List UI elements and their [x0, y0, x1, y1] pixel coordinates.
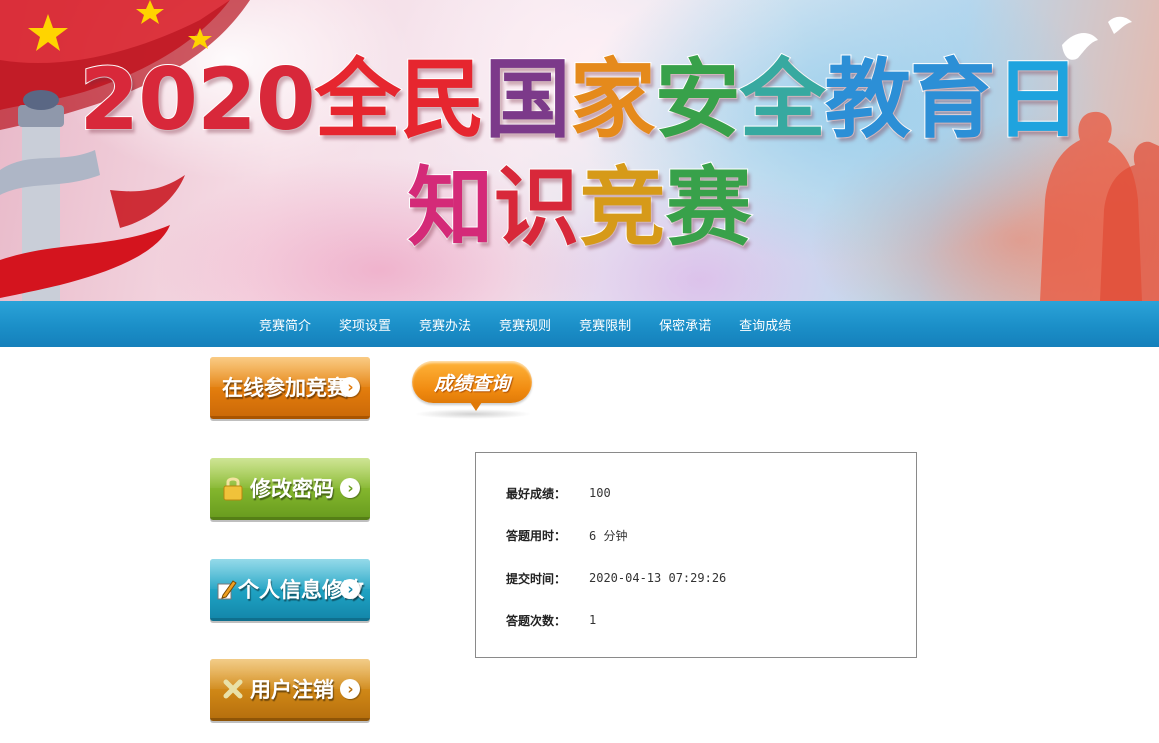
nav-item-intro[interactable]: 竞赛简介 [259, 315, 311, 334]
banner-title-year: 2020 [78, 50, 316, 150]
score-result-panel: 最好成绩： 100 答题用时： 6 分钟 提交时间： 2020-04-13 07… [475, 452, 917, 658]
banner-title-char: 知 [407, 158, 495, 258]
nav-item-method[interactable]: 竞赛办法 [419, 315, 471, 334]
change-password-button[interactable]: 修改密码 › [210, 458, 370, 520]
chevron-right-icon: › [340, 679, 360, 699]
banner-title-char: 教 [824, 50, 912, 150]
nav-item-rules[interactable]: 竞赛规则 [499, 315, 551, 334]
banner-title-char: 日 [994, 50, 1082, 150]
banner-title-char: 全 [739, 50, 827, 150]
cross-icon [222, 675, 244, 703]
submit-time-row: 提交时间： 2020-04-13 07:29:26 [506, 568, 726, 588]
logout-button[interactable]: 用户注销 › [210, 659, 370, 721]
nav-list: 竞赛简介 奖项设置 竞赛办法 竞赛规则 竞赛限制 保密承诺 查询成绩 [245, 301, 805, 347]
section-badge-label: 成绩查询 [433, 372, 510, 395]
banner-title-char: 国 [484, 50, 572, 150]
banner-title-line1: 2020全民国家安全教育日 [0, 50, 1159, 150]
banner-title-char: 安 [654, 50, 742, 150]
attempts-row: 答题次数： 1 [506, 610, 596, 630]
banner-title-char: 育 [909, 50, 997, 150]
header-banner: 2020全民国家安全教育日 知识竞赛 [0, 0, 1159, 301]
join-competition-button[interactable]: 在线参加竞赛 › [210, 357, 370, 419]
pencil-icon [216, 575, 238, 603]
section-badge: 成绩查询 [412, 361, 532, 411]
nav-item-confidentiality[interactable]: 保密承诺 [659, 315, 711, 334]
best-score-row: 最好成绩： 100 [506, 483, 611, 503]
best-score-label: 最好成绩： [506, 486, 567, 501]
submit-time-value: 2020-04-13 07:29:26 [589, 571, 727, 585]
banner-title-char: 全 [314, 50, 402, 150]
edit-profile-button[interactable]: 个人信息修改 › [210, 559, 370, 621]
logout-label: 用户注销 [250, 677, 334, 702]
banner-title-char: 民 [399, 50, 487, 150]
attempts-value: 1 [589, 613, 597, 627]
duration-value: 6 分钟 [589, 528, 628, 543]
badge-shadow [414, 409, 532, 419]
submit-time-label: 提交时间： [506, 571, 567, 586]
dove-icon [1108, 16, 1132, 34]
duration-row: 答题用时： 6 分钟 [506, 525, 627, 545]
chevron-right-icon: › [340, 478, 360, 498]
nav-item-restrictions[interactable]: 竞赛限制 [579, 315, 631, 334]
attempts-label: 答题次数： [506, 613, 567, 628]
banner-title-char: 识 [493, 158, 581, 258]
padlock-icon [222, 474, 244, 502]
banner-title-char: 赛 [665, 158, 753, 258]
change-password-label: 修改密码 [250, 476, 334, 501]
banner-title-line2: 知识竞赛 [0, 158, 1159, 258]
nav-item-query-score[interactable]: 查询成绩 [739, 315, 791, 334]
join-competition-label: 在线参加竞赛 [222, 375, 348, 400]
chevron-right-icon: › [340, 579, 360, 599]
main-nav: 竞赛简介 奖项设置 竞赛办法 竞赛规则 竞赛限制 保密承诺 查询成绩 [0, 301, 1159, 347]
nav-item-awards[interactable]: 奖项设置 [339, 315, 391, 334]
banner-title-char: 竞 [579, 158, 667, 258]
best-score-value: 100 [589, 486, 611, 500]
chevron-right-icon: › [340, 377, 360, 397]
duration-label: 答题用时： [506, 528, 567, 543]
banner-title-char: 家 [569, 50, 657, 150]
